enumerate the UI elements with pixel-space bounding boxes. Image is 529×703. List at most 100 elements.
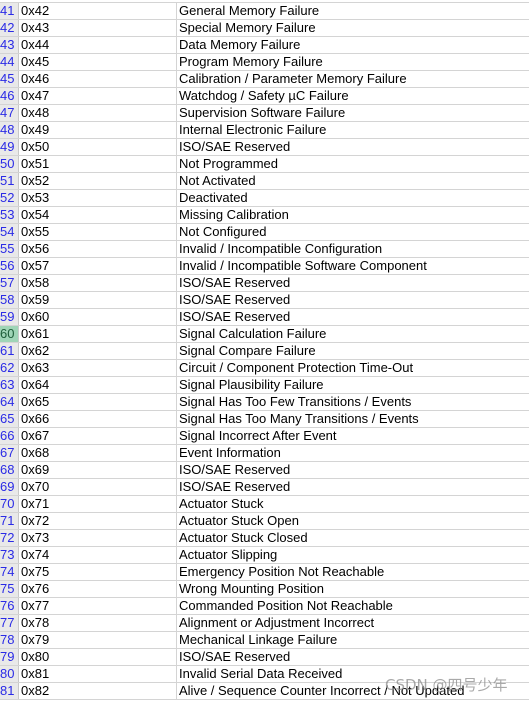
cell-code[interactable]: 0x48 bbox=[19, 105, 177, 121]
cell-description[interactable]: Program Memory Failure bbox=[177, 54, 529, 70]
cell-description[interactable]: Missing Calibration bbox=[177, 207, 529, 223]
cell-description[interactable]: ISO/SAE Reserved bbox=[177, 649, 529, 665]
row-header[interactable]: 79 bbox=[0, 649, 19, 665]
table-row[interactable]: 54 0x55 Not Configured bbox=[0, 224, 529, 241]
cell-description[interactable]: ISO/SAE Reserved bbox=[177, 479, 529, 495]
table-row[interactable]: 55 0x56 Invalid / Incompatible Configurati… bbox=[0, 241, 529, 258]
table-row[interactable]: 43 0x44 Data Memory Failure bbox=[0, 37, 529, 54]
row-header[interactable]: 41 bbox=[0, 3, 19, 19]
cell-description[interactable]: ISO/SAE Reserved bbox=[177, 275, 529, 291]
table-row[interactable]: 49 0x50 ISO/SAE Reserved bbox=[0, 139, 529, 156]
table-row[interactable]: 46 0x47 Watchdog / Safety µC Failure bbox=[0, 88, 529, 105]
cell-description[interactable]: ISO/SAE Reserved bbox=[177, 462, 529, 478]
cell-code[interactable]: 0x74 bbox=[19, 547, 177, 563]
cell-code[interactable]: 0x55 bbox=[19, 224, 177, 240]
cell-description[interactable]: Watchdog / Safety µC Failure bbox=[177, 88, 529, 104]
cell-description[interactable]: Signal Compare Failure bbox=[177, 343, 529, 359]
table-row[interactable]: 50 0x51 Not Programmed bbox=[0, 156, 529, 173]
cell-code[interactable]: 0x54 bbox=[19, 207, 177, 223]
cell-description[interactable]: Special Memory Failure bbox=[177, 20, 529, 36]
cell-code[interactable]: 0x46 bbox=[19, 71, 177, 87]
cell-description[interactable]: Signal Has Too Few Transitions / Events bbox=[177, 394, 529, 410]
cell-code[interactable]: 0x78 bbox=[19, 615, 177, 631]
cell-code[interactable]: 0x60 bbox=[19, 309, 177, 325]
cell-code[interactable]: 0x69 bbox=[19, 462, 177, 478]
row-header[interactable]: 54 bbox=[0, 224, 19, 240]
cell-code[interactable]: 0x50 bbox=[19, 139, 177, 155]
cell-code[interactable]: 0x58 bbox=[19, 275, 177, 291]
cell-description[interactable]: Actuator Stuck bbox=[177, 496, 529, 512]
cell-code[interactable]: 0x65 bbox=[19, 394, 177, 410]
row-header[interactable]: 47 bbox=[0, 105, 19, 121]
cell-code[interactable]: 0x79 bbox=[19, 632, 177, 648]
table-row[interactable]: 79 0x80 ISO/SAE Reserved bbox=[0, 649, 529, 666]
row-header[interactable]: 53 bbox=[0, 207, 19, 223]
cell-description[interactable]: Not Programmed bbox=[177, 156, 529, 172]
row-header[interactable]: 62 bbox=[0, 360, 19, 376]
table-row[interactable]: 76 0x77 Commanded Position Not Reachable bbox=[0, 598, 529, 615]
cell-description[interactable]: Emergency Position Not Reachable bbox=[177, 564, 529, 580]
row-header[interactable]: 56 bbox=[0, 258, 19, 274]
cell-code[interactable]: 0x72 bbox=[19, 513, 177, 529]
row-header[interactable]: 70 bbox=[0, 496, 19, 512]
row-header[interactable]: 45 bbox=[0, 71, 19, 87]
row-header[interactable]: 67 bbox=[0, 445, 19, 461]
cell-code[interactable]: 0x47 bbox=[19, 88, 177, 104]
row-header[interactable]: 49 bbox=[0, 139, 19, 155]
cell-code[interactable]: 0x68 bbox=[19, 445, 177, 461]
cell-description[interactable]: ISO/SAE Reserved bbox=[177, 309, 529, 325]
cell-description[interactable]: Not Configured bbox=[177, 224, 529, 240]
cell-description[interactable]: Internal Electronic Failure bbox=[177, 122, 529, 138]
cell-description[interactable]: Mechanical Linkage Failure bbox=[177, 632, 529, 648]
cell-description[interactable]: ISO/SAE Reserved bbox=[177, 292, 529, 308]
cell-description[interactable]: Signal Calculation Failure bbox=[177, 326, 529, 342]
table-row[interactable]: 65 0x66 Signal Has Too Many Transitions / … bbox=[0, 411, 529, 428]
row-header[interactable]: 51 bbox=[0, 173, 19, 189]
table-row[interactable]: 48 0x49 Internal Electronic Failure bbox=[0, 122, 529, 139]
cell-description[interactable]: General Memory Failure bbox=[177, 3, 529, 19]
table-row[interactable]: 64 0x65 Signal Has Too Few Transitions / E… bbox=[0, 394, 529, 411]
cell-code[interactable]: 0x63 bbox=[19, 360, 177, 376]
table-row[interactable]: 60 0x61 Signal Calculation Failure bbox=[0, 326, 529, 343]
table-row[interactable]: 61 0x62 Signal Compare Failure bbox=[0, 343, 529, 360]
row-header[interactable]: 61 bbox=[0, 343, 19, 359]
cell-description[interactable]: Actuator Stuck Closed bbox=[177, 530, 529, 546]
row-header[interactable]: 52 bbox=[0, 190, 19, 206]
row-header[interactable]: 76 bbox=[0, 598, 19, 614]
table-row[interactable]: 78 0x79 Mechanical Linkage Failure bbox=[0, 632, 529, 649]
cell-code[interactable]: 0x42 bbox=[19, 3, 177, 19]
cell-code[interactable]: 0x57 bbox=[19, 258, 177, 274]
cell-code[interactable]: 0x76 bbox=[19, 581, 177, 597]
cell-description[interactable]: Commanded Position Not Reachable bbox=[177, 598, 529, 614]
table-row[interactable]: 75 0x76 Wrong Mounting Position bbox=[0, 581, 529, 598]
row-header[interactable]: 50 bbox=[0, 156, 19, 172]
table-row[interactable]: 66 0x67 Signal Incorrect After Event bbox=[0, 428, 529, 445]
cell-code[interactable]: 0x67 bbox=[19, 428, 177, 444]
cell-code[interactable]: 0x56 bbox=[19, 241, 177, 257]
row-header[interactable]: 60 bbox=[0, 326, 19, 342]
table-row[interactable]: 63 0x64 Signal Plausibility Failure bbox=[0, 377, 529, 394]
cell-description[interactable]: ISO/SAE Reserved bbox=[177, 139, 529, 155]
table-row[interactable]: 47 0x48 Supervision Software Failure bbox=[0, 105, 529, 122]
row-header[interactable]: 72 bbox=[0, 530, 19, 546]
cell-code[interactable]: 0x61 bbox=[19, 326, 177, 342]
row-header[interactable]: 73 bbox=[0, 547, 19, 563]
table-row[interactable]: 42 0x43 Special Memory Failure bbox=[0, 20, 529, 37]
table-row[interactable]: 71 0x72 Actuator Stuck Open bbox=[0, 513, 529, 530]
table-row[interactable]: 56 0x57 Invalid / Incompatible Software Co… bbox=[0, 258, 529, 275]
table-row[interactable]: 52 0x53 Deactivated bbox=[0, 190, 529, 207]
cell-description[interactable]: Calibration / Parameter Memory Failure bbox=[177, 71, 529, 87]
cell-description[interactable]: Invalid / Incompatible Configuration bbox=[177, 241, 529, 257]
cell-code[interactable]: 0x45 bbox=[19, 54, 177, 70]
table-row[interactable]: 67 0x68 Event Information bbox=[0, 445, 529, 462]
table-row[interactable]: 45 0x46 Calibration / Parameter Memory Fai… bbox=[0, 71, 529, 88]
cell-code[interactable]: 0x62 bbox=[19, 343, 177, 359]
cell-code[interactable]: 0x80 bbox=[19, 649, 177, 665]
row-header[interactable]: 59 bbox=[0, 309, 19, 325]
row-header[interactable]: 78 bbox=[0, 632, 19, 648]
table-row[interactable]: 44 0x45 Program Memory Failure bbox=[0, 54, 529, 71]
row-header[interactable]: 46 bbox=[0, 88, 19, 104]
cell-description[interactable]: Actuator Slipping bbox=[177, 547, 529, 563]
table-row[interactable]: 70 0x71 Actuator Stuck bbox=[0, 496, 529, 513]
row-header[interactable]: 42 bbox=[0, 20, 19, 36]
